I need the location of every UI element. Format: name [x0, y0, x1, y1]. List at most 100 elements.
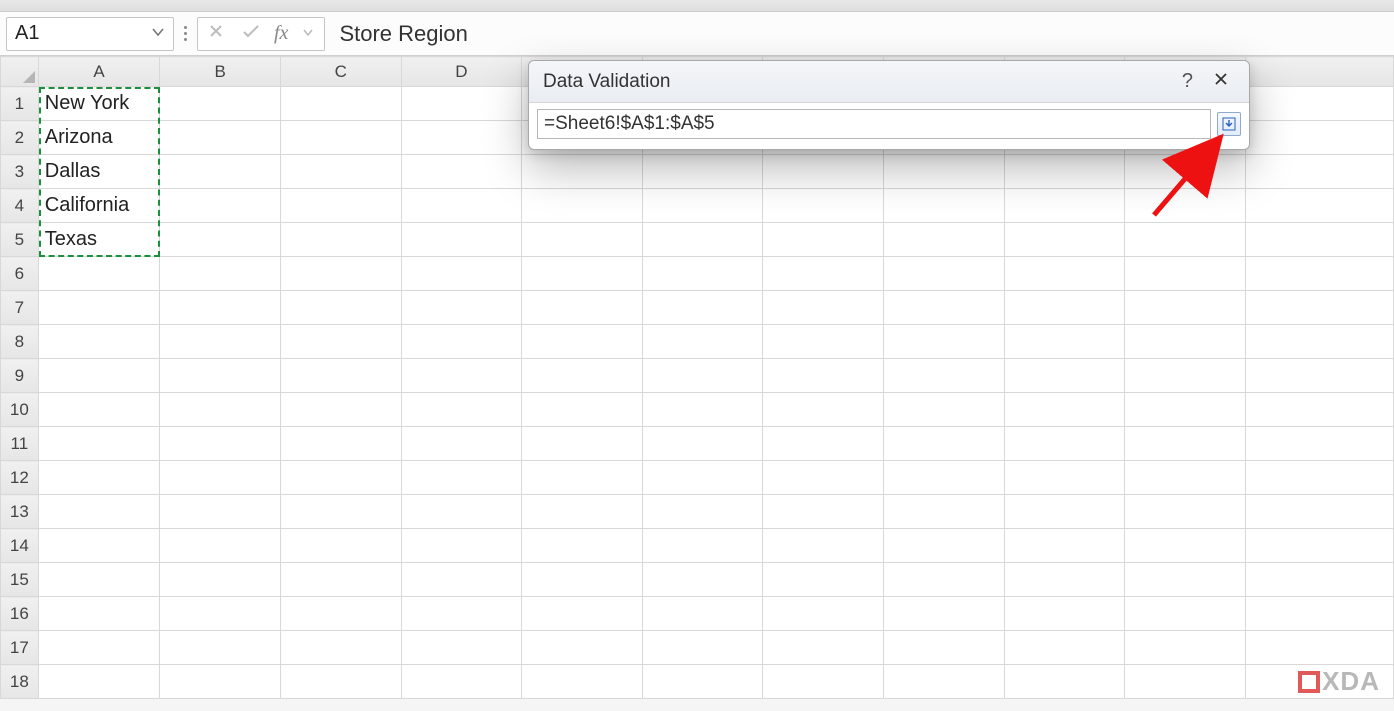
cell[interactable]	[160, 665, 281, 699]
cell[interactable]	[1245, 359, 1393, 393]
cell[interactable]	[1245, 427, 1393, 461]
cell[interactable]	[883, 291, 1004, 325]
cell[interactable]	[281, 155, 402, 189]
cell[interactable]	[642, 325, 763, 359]
row-header[interactable]: 12	[1, 461, 39, 495]
cell[interactable]	[160, 427, 281, 461]
cell[interactable]	[763, 223, 884, 257]
cell[interactable]	[642, 155, 763, 189]
cell[interactable]	[1125, 257, 1246, 291]
cell[interactable]	[160, 393, 281, 427]
cell[interactable]	[160, 155, 281, 189]
cell[interactable]	[763, 257, 884, 291]
cell[interactable]	[1125, 631, 1246, 665]
cell[interactable]	[883, 325, 1004, 359]
cell[interactable]	[160, 529, 281, 563]
cell[interactable]	[38, 495, 160, 529]
enter-formula-button[interactable]	[238, 22, 264, 45]
cell[interactable]	[401, 665, 522, 699]
cell-A3[interactable]: Dallas	[38, 155, 160, 189]
cell[interactable]	[1125, 155, 1246, 189]
cell[interactable]	[883, 529, 1004, 563]
cell[interactable]	[160, 121, 281, 155]
cell[interactable]	[1004, 631, 1125, 665]
cell[interactable]	[642, 461, 763, 495]
cell[interactable]	[281, 257, 402, 291]
cell[interactable]	[522, 563, 643, 597]
cell[interactable]	[160, 325, 281, 359]
cell[interactable]	[401, 121, 522, 155]
row-header[interactable]: 8	[1, 325, 39, 359]
cell[interactable]	[1004, 461, 1125, 495]
cell[interactable]	[281, 189, 402, 223]
cell[interactable]	[1245, 257, 1393, 291]
row-header[interactable]: 7	[1, 291, 39, 325]
cell[interactable]	[1004, 223, 1125, 257]
cell[interactable]	[401, 393, 522, 427]
cell[interactable]	[401, 461, 522, 495]
cell[interactable]	[642, 359, 763, 393]
cell[interactable]	[1245, 189, 1393, 223]
cell[interactable]	[1004, 155, 1125, 189]
cell[interactable]	[1245, 529, 1393, 563]
cell[interactable]	[160, 563, 281, 597]
cell[interactable]	[1125, 325, 1246, 359]
cell[interactable]	[281, 529, 402, 563]
chevron-down-icon[interactable]	[151, 22, 165, 45]
fx-icon[interactable]: fx	[274, 22, 288, 45]
row-header[interactable]: 6	[1, 257, 39, 291]
cell[interactable]	[522, 597, 643, 631]
row-header[interactable]: 14	[1, 529, 39, 563]
cell[interactable]	[281, 461, 402, 495]
cell[interactable]	[281, 291, 402, 325]
cell[interactable]	[522, 461, 643, 495]
cell[interactable]	[522, 189, 643, 223]
cell[interactable]	[1245, 597, 1393, 631]
cell[interactable]	[160, 359, 281, 393]
cell[interactable]	[883, 155, 1004, 189]
cell[interactable]	[281, 359, 402, 393]
cell[interactable]	[160, 291, 281, 325]
cell[interactable]	[281, 597, 402, 631]
row-header[interactable]: 2	[1, 121, 39, 155]
cell[interactable]	[642, 427, 763, 461]
cell[interactable]	[1125, 359, 1246, 393]
cell[interactable]	[642, 495, 763, 529]
cell[interactable]	[1125, 461, 1246, 495]
cell[interactable]	[281, 631, 402, 665]
cell[interactable]	[883, 495, 1004, 529]
cell[interactable]	[38, 631, 160, 665]
cell[interactable]	[1125, 393, 1246, 427]
select-all-corner[interactable]	[1, 57, 39, 87]
cell[interactable]	[401, 495, 522, 529]
cell[interactable]	[883, 427, 1004, 461]
cell[interactable]	[401, 427, 522, 461]
cell[interactable]	[763, 325, 884, 359]
cell[interactable]	[38, 291, 160, 325]
cell[interactable]	[1125, 665, 1246, 699]
cell[interactable]	[522, 325, 643, 359]
cell[interactable]	[1125, 189, 1246, 223]
cell[interactable]	[1245, 461, 1393, 495]
cell[interactable]	[38, 529, 160, 563]
cell[interactable]	[522, 359, 643, 393]
cell[interactable]	[1004, 291, 1125, 325]
cell[interactable]	[1245, 223, 1393, 257]
cell[interactable]	[1245, 325, 1393, 359]
cell[interactable]	[38, 393, 160, 427]
cell[interactable]	[1004, 563, 1125, 597]
cell[interactable]	[1125, 495, 1246, 529]
cell[interactable]	[642, 393, 763, 427]
cell[interactable]	[883, 563, 1004, 597]
cell[interactable]	[38, 325, 160, 359]
cell[interactable]	[883, 189, 1004, 223]
chevron-down-icon[interactable]	[298, 22, 318, 45]
cell[interactable]	[763, 155, 884, 189]
cell[interactable]	[522, 223, 643, 257]
cell[interactable]	[1125, 597, 1246, 631]
dialog-help-button[interactable]: ?	[1168, 70, 1207, 93]
cell[interactable]	[401, 291, 522, 325]
cell[interactable]	[401, 189, 522, 223]
cell[interactable]	[401, 155, 522, 189]
cell[interactable]	[38, 461, 160, 495]
